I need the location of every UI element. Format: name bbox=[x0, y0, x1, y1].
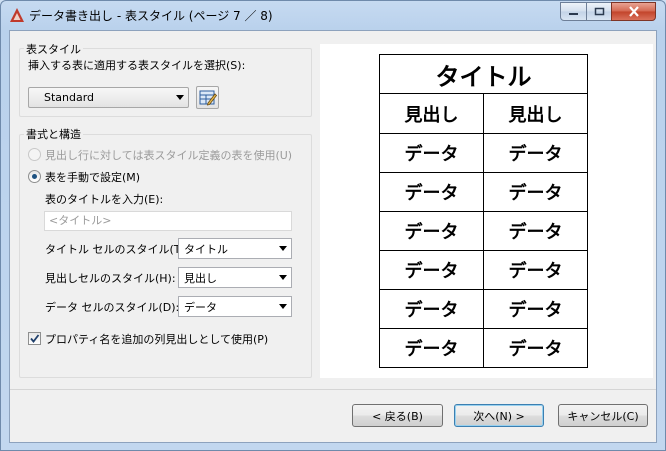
back-button[interactable]: < 戻る(B) bbox=[352, 404, 443, 427]
preview-data-cell: データ bbox=[379, 211, 484, 251]
minimize-button[interactable] bbox=[560, 2, 587, 21]
preview-table: タイトル 見出し 見出し データ データ データ データ データ データ データ… bbox=[379, 54, 588, 368]
dialog-window: データ書き出し - 表スタイル (ページ 7 ／ 8) 表スタイル 挿入する表に… bbox=[0, 0, 666, 451]
table-title-label: 表のタイトルを入力(E): bbox=[45, 193, 164, 206]
preview-header-cell: 見出し bbox=[379, 93, 484, 134]
autocad-a-icon bbox=[10, 8, 24, 22]
format-structure-group-label: 書式と構造 bbox=[24, 126, 83, 142]
table-style-selected-value: Standard bbox=[44, 91, 95, 104]
header-cell-style-label: 見出しセルのスタイル(H): bbox=[45, 272, 176, 285]
title-cell-style-dropdown[interactable]: タイトル bbox=[178, 238, 292, 259]
table-preview: タイトル 見出し 見出し データ データ データ データ データ データ データ… bbox=[320, 44, 653, 378]
preview-data-cell: データ bbox=[483, 289, 588, 329]
table-style-edit-icon bbox=[199, 90, 217, 106]
preview-data-cell: データ bbox=[483, 133, 588, 173]
window-title: データ書き出し - 表スタイル (ページ 7 ／ 8) bbox=[29, 9, 273, 23]
title-cell-style-value: タイトル bbox=[184, 242, 228, 256]
chevron-down-icon bbox=[279, 275, 287, 280]
minimize-icon bbox=[569, 13, 578, 15]
preview-data-cell: データ bbox=[379, 172, 484, 212]
header-cell-style-dropdown[interactable]: 見出し bbox=[178, 267, 292, 288]
maximize-icon bbox=[594, 7, 604, 16]
data-cell-style-dropdown[interactable]: データ bbox=[178, 296, 292, 317]
checkmark-icon bbox=[30, 334, 40, 343]
table-style-dropdown[interactable]: Standard bbox=[28, 87, 189, 108]
chevron-down-icon bbox=[279, 304, 287, 309]
dialog-client-area: 表スタイル 挿入する表に適用する表スタイルを選択(S): Standard 書式… bbox=[9, 30, 657, 443]
data-cell-style-value: データ bbox=[184, 300, 217, 314]
property-name-header-checkbox[interactable] bbox=[28, 332, 41, 345]
property-name-header-checkbox-label: プロパティ名を追加の列見出しとして使用(P) bbox=[45, 333, 269, 346]
preview-data-cell: データ bbox=[483, 328, 588, 368]
manual-setup-radio[interactable] bbox=[28, 170, 41, 183]
table-style-edit-button[interactable] bbox=[196, 86, 219, 109]
chevron-down-icon bbox=[176, 95, 184, 100]
cancel-button[interactable]: キャンセル(C) bbox=[558, 404, 648, 427]
table-title-input[interactable]: <タイトル> bbox=[44, 211, 292, 231]
table-style-group-label: 表スタイル bbox=[24, 41, 83, 57]
title-bar[interactable]: データ書き出し - 表スタイル (ページ 7 ／ 8) bbox=[1, 1, 665, 29]
manual-setup-radio-label: 表を手動で設定(M) bbox=[45, 171, 141, 184]
header-row-style-radio[interactable] bbox=[28, 148, 41, 161]
data-cell-style-label: データ セルのスタイル(D): bbox=[45, 301, 180, 314]
footer-divider bbox=[10, 389, 656, 390]
preview-title-cell: タイトル bbox=[379, 54, 588, 94]
preview-data-cell: データ bbox=[379, 289, 484, 329]
preview-data-cell: データ bbox=[379, 328, 484, 368]
table-style-select-label: 挿入する表に適用する表スタイルを選択(S): bbox=[28, 59, 246, 72]
title-cell-style-label: タイトル セルのスタイル(T): bbox=[45, 243, 189, 256]
preview-data-cell: データ bbox=[483, 211, 588, 251]
close-button[interactable] bbox=[611, 2, 656, 21]
maximize-button[interactable] bbox=[586, 2, 612, 21]
preview-data-cell: データ bbox=[379, 250, 484, 290]
preview-data-cell: データ bbox=[379, 133, 484, 173]
preview-data-cell: データ bbox=[483, 172, 588, 212]
close-icon bbox=[628, 6, 639, 17]
chevron-down-icon bbox=[279, 246, 287, 251]
header-cell-style-value: 見出し bbox=[184, 271, 217, 285]
next-button[interactable]: 次へ(N) > bbox=[454, 404, 544, 427]
preview-header-cell: 見出し bbox=[483, 93, 588, 134]
header-row-style-radio-label: 見出し行に対しては表スタイル定義の表を使用(U) bbox=[45, 149, 293, 162]
preview-data-cell: データ bbox=[483, 250, 588, 290]
